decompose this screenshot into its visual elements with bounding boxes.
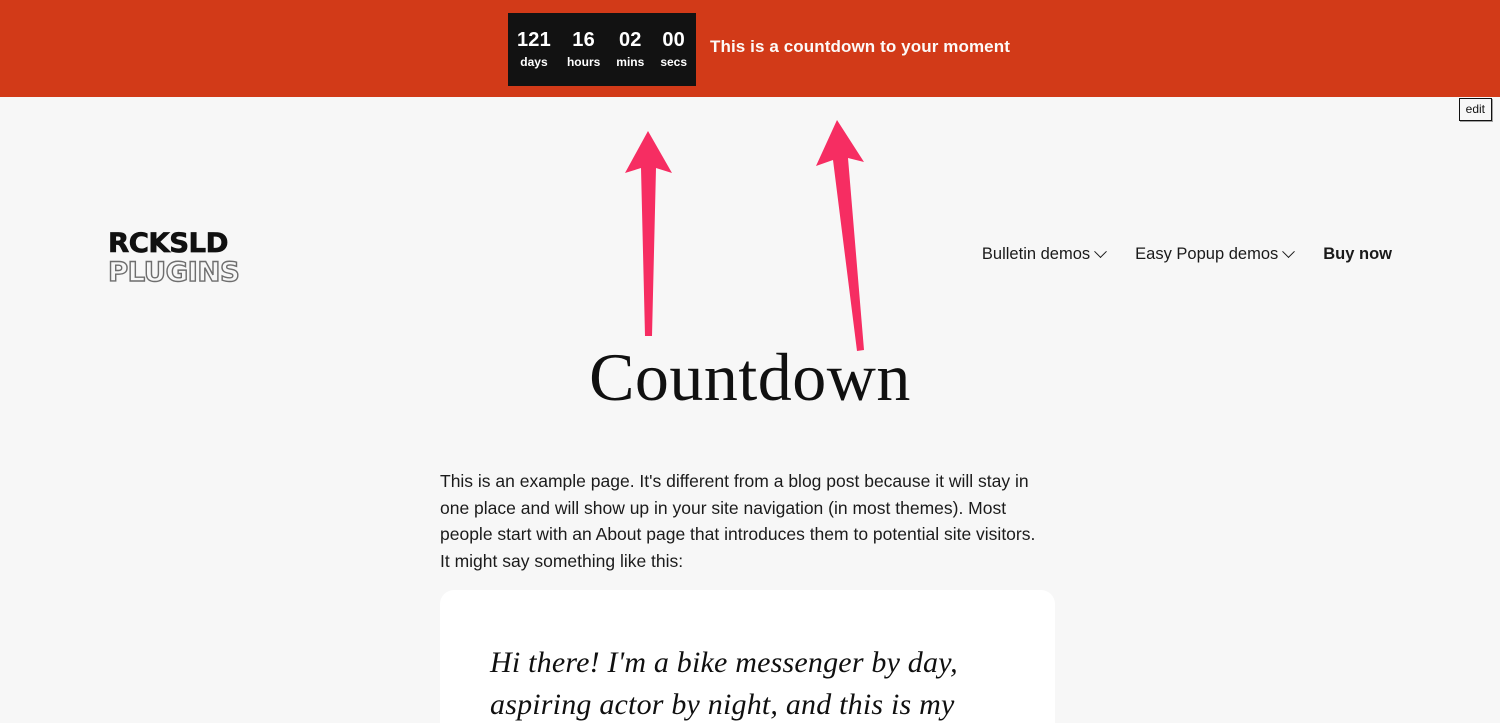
chevron-down-icon	[1282, 245, 1296, 259]
page-content: This is an example page. It's different …	[440, 468, 1042, 574]
countdown-unit-secs: 00 secs	[652, 29, 695, 70]
nav-item-buy-now[interactable]: Buy now	[1323, 245, 1392, 264]
countdown-secs-value: 00	[662, 29, 685, 51]
countdown-unit-hours: 16 hours	[559, 29, 608, 70]
nav-label-buy-now: Buy now	[1323, 245, 1392, 263]
intro-paragraph: This is an example page. It's different …	[440, 471, 1036, 571]
countdown-secs-label: secs	[660, 55, 688, 69]
countdown-hours-value: 16	[572, 29, 595, 51]
countdown-hours-label: hours	[566, 55, 601, 69]
countdown-days-value: 121	[516, 29, 551, 51]
chevron-down-icon	[1094, 245, 1108, 259]
site-logo[interactable]: RCKSLD PLUGINS	[107, 228, 240, 288]
nav-label-easy-popup-demos: Easy Popup demos	[1135, 245, 1279, 263]
quote-text: Hi there! I'm a bike messenger by day, a…	[490, 646, 958, 721]
countdown-timer-box: 121 days 16 hours 02 mins 00 secs	[508, 13, 696, 86]
countdown-mins-label: mins	[616, 55, 645, 69]
countdown-days-label: days	[520, 55, 548, 69]
logo-line-plugins: PLUGINS	[107, 257, 240, 288]
countdown-banner-message: This is a countdown to your moment	[710, 37, 1010, 56]
logo-line-rcksld: RCKSLD	[108, 228, 229, 259]
countdown-unit-days: 121 days	[509, 29, 559, 70]
nav-item-easy-popup-demos[interactable]: Easy Popup demos	[1135, 245, 1296, 264]
page-root: 121 days 16 hours 02 mins 00 secs This i…	[0, 0, 1500, 723]
page-title: Countdown	[589, 339, 911, 415]
nav-item-bulletin-demos[interactable]: Bulletin demos	[981, 245, 1108, 264]
nav-label-bulletin-demos: Bulletin demos	[981, 245, 1091, 263]
countdown-unit-mins: 02 mins	[608, 29, 652, 70]
quote-card: Hi there! I'm a bike messenger by day, a…	[440, 590, 1055, 723]
main-navigation: Bulletin demos Easy Popup demos Buy now	[952, 245, 1392, 264]
site-header: RCKSLD PLUGINS Bulletin demos Easy Popup…	[0, 97, 1500, 288]
countdown-banner: 121 days 16 hours 02 mins 00 secs This i…	[0, 0, 1500, 97]
countdown-mins-value: 02	[618, 29, 642, 51]
